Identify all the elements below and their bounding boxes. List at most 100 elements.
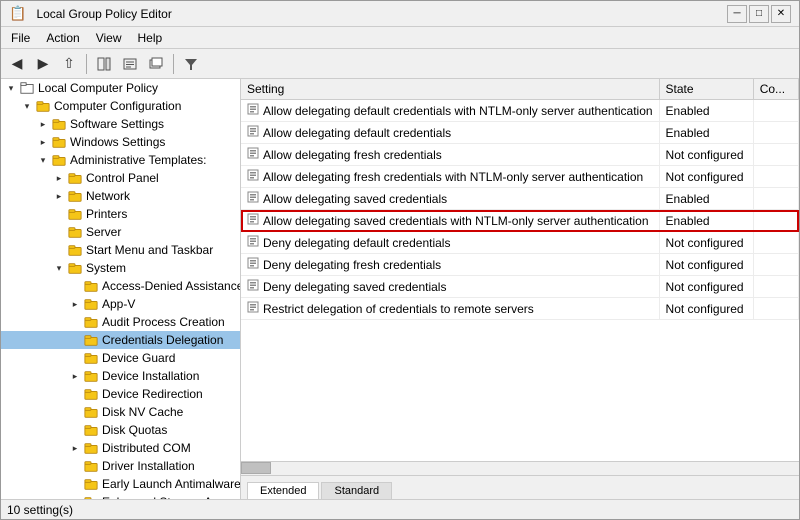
folder-icon-early-launch	[83, 476, 99, 492]
tree-item-credentials-delegation[interactable]: Credentials Delegation	[1, 331, 240, 349]
tree-item-software-settings[interactable]: ▸ Software Settings	[1, 115, 240, 133]
maximize-button[interactable]: □	[749, 5, 769, 23]
table-row[interactable]: Allow delegating default credentialsEnab…	[241, 122, 799, 144]
tree-label-access-denied: Access-Denied Assistance	[102, 279, 241, 293]
table-row[interactable]: Deny delegating saved credentialsNot con…	[241, 276, 799, 298]
horizontal-scroll[interactable]	[241, 461, 799, 475]
tree-item-system[interactable]: ▾System	[1, 259, 240, 277]
expand-icon-network[interactable]: ▸	[51, 188, 67, 204]
expand-icon-driver-installation[interactable]	[67, 458, 83, 474]
folder-icon-windows-settings	[51, 134, 67, 150]
tree-item-server[interactable]: Server	[1, 223, 240, 241]
expand-icon-distributed-com[interactable]: ▸	[67, 440, 83, 456]
setting-name-text: Allow delegating default credentials wit…	[263, 104, 653, 118]
tree-item-network[interactable]: ▸Network	[1, 187, 240, 205]
properties-button[interactable]	[118, 52, 142, 76]
menu-action[interactable]: Action	[40, 29, 85, 47]
expand-icon-credentials-delegation[interactable]	[67, 332, 83, 348]
tree-item-disk-quotas[interactable]: Disk Quotas	[1, 421, 240, 439]
tree-item-disk-nv-cache[interactable]: Disk NV Cache	[1, 403, 240, 421]
policy-icon	[247, 301, 259, 316]
setting-comment-cell	[753, 254, 798, 276]
title-bar: 📋 Local Group Policy Editor ─ □ ✕	[1, 1, 799, 27]
expand-icon-windows-settings[interactable]: ▸	[35, 134, 51, 150]
tree-label-distributed-com: Distributed COM	[102, 441, 191, 455]
table-row[interactable]: Allow delegating saved credentialsEnable…	[241, 188, 799, 210]
tree-item-administrative-templates[interactable]: ▾Administrative Templates:	[1, 151, 240, 169]
setting-name-text: Allow delegating saved credentials	[263, 192, 447, 206]
expand-icon-access-denied[interactable]	[67, 278, 83, 294]
setting-comment-cell	[753, 232, 798, 254]
setting-name-cell: Deny delegating saved credentials	[241, 276, 659, 298]
policy-icon	[247, 147, 259, 162]
new-window-button[interactable]	[144, 52, 168, 76]
expand-icon-system[interactable]: ▾	[51, 260, 67, 276]
tree-item-control-panel[interactable]: ▸Control Panel	[1, 169, 240, 187]
menu-file[interactable]: File	[5, 29, 36, 47]
minimize-button[interactable]: ─	[727, 5, 747, 23]
tree-label-server: Server	[86, 225, 121, 239]
tree-item-printers[interactable]: Printers	[1, 205, 240, 223]
close-button[interactable]: ✕	[771, 5, 791, 23]
tree-item-device-guard[interactable]: Device Guard	[1, 349, 240, 367]
show-hide-button[interactable]	[92, 52, 116, 76]
table-row[interactable]: Allow delegating fresh credentials Not co…	[241, 144, 799, 166]
policy-icon	[247, 235, 259, 250]
tab-extended[interactable]: Extended	[247, 482, 319, 499]
table-row[interactable]: Restrict delegation of credentials to re…	[241, 298, 799, 320]
tree-item-app-v[interactable]: ▸ App-V	[1, 295, 240, 313]
back-button[interactable]: ◀	[5, 52, 29, 76]
table-row[interactable]: Allow delegating default credentials wit…	[241, 100, 799, 122]
expand-icon-audit-process[interactable]	[67, 314, 83, 330]
expand-icon-administrative-templates[interactable]: ▾	[35, 152, 51, 168]
tree-item-audit-process[interactable]: Audit Process Creation	[1, 313, 240, 331]
tree-item-computer-configuration[interactable]: ▾Computer Configuration	[1, 97, 240, 115]
table-row[interactable]: Deny delegating default credentialsNot c…	[241, 232, 799, 254]
table-row[interactable]: Allow delegating fresh credentials with …	[241, 166, 799, 188]
tree-label-software-settings: Software Settings	[70, 117, 164, 131]
filter-button[interactable]	[179, 52, 203, 76]
tree-item-distributed-com[interactable]: ▸ Distributed COM	[1, 439, 240, 457]
tree-item-device-redirection[interactable]: Device Redirection	[1, 385, 240, 403]
expand-icon-server[interactable]	[51, 224, 67, 240]
expand-icon-disk-quotas[interactable]	[67, 422, 83, 438]
tree-label-windows-settings: Windows Settings	[70, 135, 165, 149]
tree-item-device-installation[interactable]: ▸Device Installation	[1, 367, 240, 385]
expand-icon-device-redirection[interactable]	[67, 386, 83, 402]
menu-help[interactable]: Help	[132, 29, 169, 47]
tree-item-early-launch[interactable]: Early Launch Antimalware	[1, 475, 240, 493]
tree-item-local-computer-policy[interactable]: ▾Local Computer Policy	[1, 79, 240, 97]
expand-icon-computer-configuration[interactable]: ▾	[19, 98, 35, 114]
folder-icon-audit-process	[83, 314, 99, 330]
folder-icon-app-v	[83, 296, 99, 312]
tree-item-start-menu[interactable]: Start Menu and Taskbar	[1, 241, 240, 259]
expand-icon-device-installation[interactable]: ▸	[67, 368, 83, 384]
expand-icon-early-launch[interactable]	[67, 476, 83, 492]
expand-icon-software-settings[interactable]: ▸	[35, 116, 51, 132]
tree-item-driver-installation[interactable]: Driver Installation	[1, 457, 240, 475]
expand-icon-start-menu[interactable]	[51, 242, 67, 258]
tree-label-app-v: App-V	[102, 297, 135, 311]
policy-icon	[247, 103, 259, 118]
expand-icon-printers[interactable]	[51, 206, 67, 222]
folder-icon-control-panel	[67, 170, 83, 186]
folder-icon-local-computer-policy	[19, 80, 35, 96]
expand-icon-disk-nv-cache[interactable]	[67, 404, 83, 420]
expand-icon-device-guard[interactable]	[67, 350, 83, 366]
table-row[interactable]: Allow delegating saved credentials with …	[241, 210, 799, 232]
setting-state-cell: Not configured	[659, 144, 753, 166]
tree-item-windows-settings[interactable]: ▸ Windows Settings	[1, 133, 240, 151]
menu-view[interactable]: View	[90, 29, 128, 47]
setting-name-text: Allow delegating fresh credentials	[263, 148, 442, 162]
up-button[interactable]: ⇧	[57, 52, 81, 76]
setting-name-cell: Allow delegating fresh credentials	[241, 144, 659, 166]
expand-icon-control-panel[interactable]: ▸	[51, 170, 67, 186]
expand-icon-app-v[interactable]: ▸	[67, 296, 83, 312]
title-bar-left: 📋 Local Group Policy Editor	[9, 5, 172, 22]
tree-item-access-denied[interactable]: Access-Denied Assistance	[1, 277, 240, 295]
policy-icon	[247, 125, 259, 140]
forward-button[interactable]: ▶	[31, 52, 55, 76]
table-row[interactable]: Deny delegating fresh credentialsNot con…	[241, 254, 799, 276]
tab-standard[interactable]: Standard	[321, 482, 392, 499]
expand-icon-local-computer-policy[interactable]: ▾	[3, 80, 19, 96]
